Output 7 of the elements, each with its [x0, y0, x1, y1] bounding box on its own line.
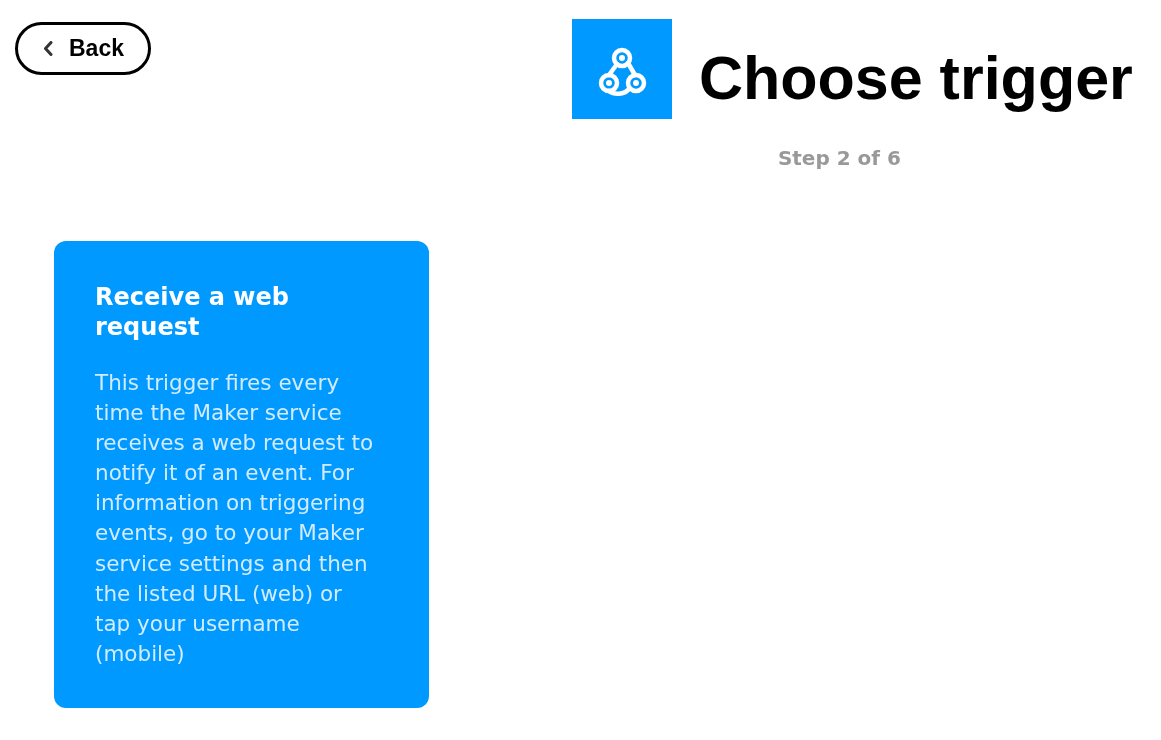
chevron-left-icon	[43, 41, 53, 56]
trigger-description: This trigger fires every time the Maker service receives a web request to notify it of an event. For information on triggering events, go to your Maker service settings and then the listed URL (web) or tap your username (mobile)	[95, 369, 375, 668]
trigger-title: Receive a web request	[95, 282, 290, 342]
trigger-card[interactable]	[54, 241, 429, 708]
webhook-icon	[572, 19, 672, 119]
back-button[interactable]: Back	[15, 22, 151, 75]
step-indicator: Step 2 of 6	[777, 145, 901, 172]
